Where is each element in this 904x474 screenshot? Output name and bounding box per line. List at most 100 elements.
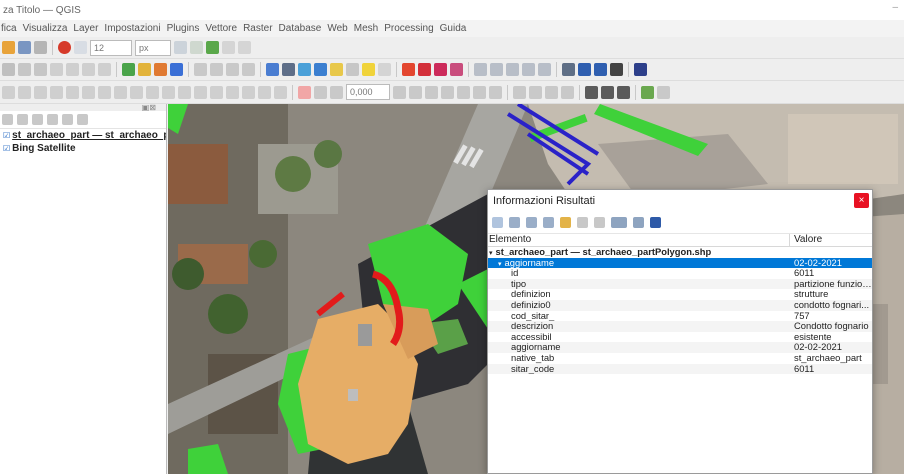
layer-item-bing[interactable]: ☑ Bing Satellite [0,142,166,155]
collapse-all-icon[interactable] [62,114,73,125]
label-pin-icon[interactable] [474,63,487,76]
text-format-icon[interactable] [74,41,87,54]
label-tool-icon[interactable] [206,41,219,54]
copy-feature-icon[interactable] [560,217,571,228]
advanced-digitize-icon[interactable] [194,63,207,76]
menu-layer[interactable]: Layer [70,23,101,34]
filter-icon[interactable] [190,41,203,54]
fill-ring-icon[interactable] [98,85,111,99]
menu-processing[interactable]: Processing [381,23,436,34]
label-show-icon[interactable] [490,63,503,76]
select-feature-icon[interactable] [330,63,343,76]
column-element[interactable]: Elemento [488,234,790,246]
result-feature-row[interactable]: ▾ aggiorname 02-02-2021 [488,257,872,269]
close-icon[interactable]: × [854,193,869,208]
menu-raster[interactable]: Raster [240,23,275,34]
plugin-icon-d[interactable] [634,63,647,76]
expand-all-icon[interactable] [47,114,58,125]
mesh-d-icon[interactable] [561,85,574,99]
ab-icon[interactable] [298,85,311,99]
menu-edit[interactable]: fica [0,23,20,34]
add-vector-icon[interactable] [122,63,135,76]
add-feature-icon[interactable] [18,63,31,76]
menu-help[interactable]: Guida [437,23,470,34]
refresh-icon[interactable] [58,41,71,54]
delete-icon[interactable] [66,63,79,76]
menu-mesh[interactable]: Mesh [351,23,381,34]
scale-input[interactable]: 0,000 [346,84,390,100]
help-icon[interactable] [650,217,661,228]
label-change-icon[interactable] [538,63,551,76]
visibility-icon[interactable] [2,114,13,125]
select-value-icon[interactable] [362,63,375,76]
snap-icon[interactable] [2,85,15,99]
bookmark-icon[interactable] [450,63,463,76]
simplify-icon[interactable] [226,63,239,76]
options-icon[interactable] [611,217,627,228]
geometry-icon[interactable] [585,85,598,99]
ellipse-icon[interactable] [258,85,271,99]
new-layer-icon[interactable] [18,41,31,54]
circle-icon[interactable] [210,85,223,99]
arc-icon[interactable] [274,85,287,99]
database-icon[interactable] [562,63,575,76]
measure-icon[interactable] [402,63,415,76]
menu-vector[interactable]: Vettore [202,23,240,34]
add-wms-icon[interactable] [170,63,183,76]
attribute-row[interactable]: sitar_code 6011 [488,363,872,375]
open-project-icon[interactable] [2,41,15,54]
filter-legend-icon[interactable] [17,114,28,125]
label-c-icon[interactable] [441,85,454,99]
map-tips-icon[interactable] [434,63,447,76]
clear-results-icon[interactable] [543,217,554,228]
delete-ring-icon[interactable] [114,85,127,99]
annotation-icon[interactable] [418,63,431,76]
dropdown-icon[interactable] [174,41,187,54]
column-value[interactable]: Valore [790,234,872,246]
reverse-line-icon[interactable] [617,85,630,99]
menu-view[interactable]: Visualizza [20,23,71,34]
rotate-icon[interactable] [210,63,223,76]
attribute-table-icon[interactable] [282,63,295,76]
save-edits-icon[interactable] [34,63,47,76]
label-d-icon[interactable] [457,85,470,99]
collapse-arrow-icon[interactable]: ▾ [498,261,502,268]
mesh-icon[interactable] [513,85,526,99]
remove-layer-icon[interactable] [77,114,88,125]
attribute-row[interactable]: accessibil esistente [488,332,872,343]
python-icon[interactable] [641,85,654,99]
mesh-c-icon[interactable] [545,85,558,99]
print-icon[interactable] [577,217,588,228]
delete-part-icon[interactable] [130,85,143,99]
font-size-input[interactable]: 12 [90,39,132,56]
collapse-arrow-icon[interactable]: ▾ [489,250,493,257]
panel-float-close-icon[interactable]: ▣⊠ [142,103,156,112]
plugin-icon-c[interactable] [610,63,623,76]
label-f-icon[interactable] [489,85,502,99]
offset-icon[interactable] [34,85,47,99]
trace-icon[interactable] [18,85,31,99]
attribute-row[interactable]: id 6011 [488,268,872,279]
attribute-row[interactable]: aggiorname 02-02-2021 [488,342,872,353]
label-b-icon[interactable] [425,85,438,99]
processing-icon[interactable] [298,63,311,76]
reshape-icon[interactable] [50,85,63,99]
vertex-tool-icon[interactable] [50,63,63,76]
close-tool-icon[interactable] [222,41,235,54]
statistics-icon[interactable] [314,63,327,76]
label-a-icon[interactable] [409,85,422,99]
collapse-tree-icon[interactable] [509,217,520,228]
merge-icon[interactable] [82,85,95,99]
menu-settings[interactable]: Impostazioni [101,23,163,34]
zoom-select-icon[interactable] [378,63,391,76]
layer-style-icon[interactable] [32,114,43,125]
menu-plugins[interactable]: Plugins [164,23,203,34]
attribute-row[interactable]: definizion strutture [488,289,872,300]
expand-tree-icon[interactable] [492,217,503,228]
label-rotate-icon[interactable] [522,63,535,76]
reverse-icon[interactable] [178,85,191,99]
undo-icon[interactable] [98,63,111,76]
attribute-row[interactable]: native_tab st_archaeo_part [488,353,872,364]
edit-toggle-icon[interactable] [2,63,15,76]
label-e-icon[interactable] [473,85,486,99]
